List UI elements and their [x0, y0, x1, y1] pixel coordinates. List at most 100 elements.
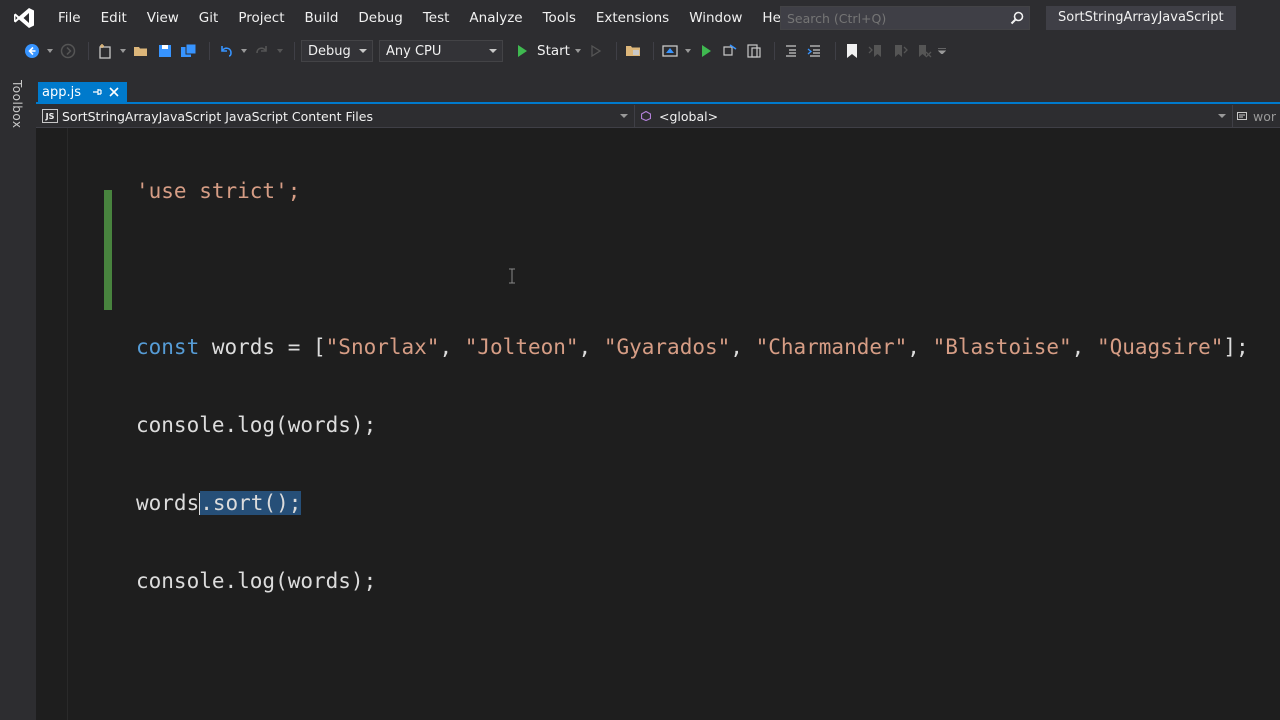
- menu-view[interactable]: View: [137, 0, 189, 36]
- chevron-down-icon: [489, 49, 497, 53]
- tab-label: app.js: [42, 84, 81, 100]
- chevron-down-icon[interactable]: [276, 41, 284, 61]
- toolbar-divider: [209, 42, 210, 60]
- menu-edit[interactable]: Edit: [91, 0, 137, 36]
- selected-text: .sort();: [200, 491, 302, 515]
- clear-bookmarks-icon[interactable]: [914, 41, 934, 61]
- chevron-down-icon: [1218, 114, 1226, 118]
- ibeam-cursor-icon: [508, 268, 516, 284]
- toolbar-divider: [88, 42, 89, 60]
- open-file-icon[interactable]: [131, 41, 151, 61]
- menu-file[interactable]: File: [48, 0, 91, 36]
- document-tab-well: app.js: [36, 66, 1280, 104]
- string-literal: "Snorlax": [325, 335, 440, 359]
- string-literal: "Jolteon": [464, 335, 579, 359]
- solution-name: SortStringArrayJavaScript: [1046, 6, 1236, 30]
- navigation-bar: JS SortStringArrayJavaScript JavaScript …: [36, 104, 1280, 128]
- pin-icon[interactable]: [89, 87, 105, 97]
- scope-dropdown[interactable]: <global>: [634, 105, 1230, 127]
- run-icon[interactable]: [696, 41, 716, 61]
- menu-window[interactable]: Window: [679, 0, 752, 36]
- string-literal: "Blastoise": [932, 335, 1072, 359]
- chevron-down-icon: [620, 114, 628, 118]
- solution-configuration-dropdown[interactable]: Debug: [301, 40, 373, 62]
- chevron-down-icon[interactable]: [684, 41, 692, 61]
- menu-test[interactable]: Test: [413, 0, 460, 36]
- chevron-down-icon[interactable]: [574, 41, 582, 61]
- toolbar-divider: [652, 42, 654, 60]
- step-over-icon[interactable]: [720, 41, 740, 61]
- previous-bookmark-icon[interactable]: [866, 41, 886, 61]
- string-literal: "Gyarados": [603, 335, 731, 359]
- chevron-down-icon[interactable]: [119, 41, 127, 61]
- menu-build[interactable]: Build: [295, 0, 349, 36]
- menu-project[interactable]: Project: [228, 0, 294, 36]
- javascript-file-icon: JS: [42, 109, 58, 123]
- code-editor[interactable]: 'use strict'; const words = ["Snorlax", …: [36, 128, 1280, 720]
- start-button[interactable]: Start: [511, 40, 574, 62]
- open-folder-icon[interactable]: [623, 41, 643, 61]
- redo-icon[interactable]: [252, 41, 272, 61]
- diagnostic-tools-icon[interactable]: [744, 41, 764, 61]
- toolbar-divider: [294, 42, 295, 60]
- code-line-4: console.log(words);: [136, 410, 1249, 440]
- browser-link-icon[interactable]: [660, 41, 680, 61]
- start-without-debugging-icon[interactable]: [586, 41, 606, 61]
- project-dropdown-value: SortStringArrayJavaScript JavaScript Con…: [62, 108, 373, 124]
- bookmark-icon[interactable]: [842, 41, 862, 61]
- menu-git[interactable]: Git: [189, 0, 229, 36]
- code-text: ];: [1223, 335, 1249, 359]
- save-all-icon[interactable]: [179, 41, 199, 61]
- string-literal: "Quagsire": [1096, 335, 1224, 359]
- search-input[interactable]: [781, 10, 1005, 26]
- navigate-forward-icon[interactable]: [58, 41, 78, 61]
- scope-dropdown-value: <global>: [659, 108, 719, 124]
- toolbox-tab[interactable]: Toolbox: [10, 80, 24, 129]
- string-literal: "Charmander": [755, 335, 908, 359]
- navigate-back-icon[interactable]: [22, 41, 42, 61]
- menu-analyze[interactable]: Analyze: [459, 0, 532, 36]
- comment-lines-icon[interactable]: [781, 41, 801, 61]
- scope-icon: [641, 111, 651, 121]
- member-dropdown[interactable]: wor: [1232, 105, 1280, 127]
- close-icon[interactable]: [105, 87, 123, 97]
- chevron-down-icon[interactable]: [240, 41, 248, 61]
- code-line-1: 'use strict';: [136, 176, 1249, 206]
- project-dropdown[interactable]: JS SortStringArrayJavaScript JavaScript …: [36, 105, 632, 127]
- start-button-label: Start: [537, 43, 570, 59]
- search-box: [780, 6, 1030, 30]
- const-keyword: const: [136, 335, 200, 359]
- new-project-icon[interactable]: [95, 41, 115, 61]
- standard-toolbar: Debug Any CPU Start: [0, 36, 1280, 66]
- toolbar-options-icon[interactable]: [937, 41, 946, 61]
- play-icon: [518, 45, 527, 57]
- code-text: words = [: [199, 335, 326, 359]
- solution-platform-dropdown[interactable]: Any CPU: [379, 40, 503, 62]
- chevron-down-icon[interactable]: [46, 41, 54, 61]
- tab-app-js[interactable]: app.js: [38, 82, 127, 102]
- menu-debug[interactable]: Debug: [348, 0, 412, 36]
- menu-tools[interactable]: Tools: [533, 0, 586, 36]
- menu-extensions[interactable]: Extensions: [586, 0, 679, 36]
- solution-platform-value: Any CPU: [386, 43, 442, 59]
- unsaved-changes-bar: [104, 190, 112, 310]
- visual-studio-logo-icon: [0, 0, 48, 36]
- toolbar-divider: [615, 42, 617, 60]
- code-line-3: const words = ["Snorlax", "Jolteon", "Gy…: [136, 335, 1249, 359]
- member-icon: [1237, 111, 1247, 121]
- code-content[interactable]: 'use strict'; const words = ["Snorlax", …: [136, 128, 1249, 644]
- code-line-6: console.log(words);: [136, 566, 1249, 596]
- code-line-5: words.sort();: [136, 488, 1249, 518]
- use-strict-directive: 'use strict';: [136, 179, 301, 203]
- toolbar-divider: [773, 42, 775, 60]
- member-dropdown-value: wor: [1253, 108, 1277, 124]
- undo-icon[interactable]: [216, 41, 236, 61]
- next-bookmark-icon[interactable]: [890, 41, 910, 61]
- save-icon[interactable]: [155, 41, 175, 61]
- code-text: words: [136, 491, 200, 515]
- uncomment-lines-icon[interactable]: [805, 41, 825, 61]
- toolbar-divider: [834, 42, 836, 60]
- search-icon[interactable]: [1005, 11, 1029, 25]
- left-tool-strip: Toolbox: [0, 66, 36, 720]
